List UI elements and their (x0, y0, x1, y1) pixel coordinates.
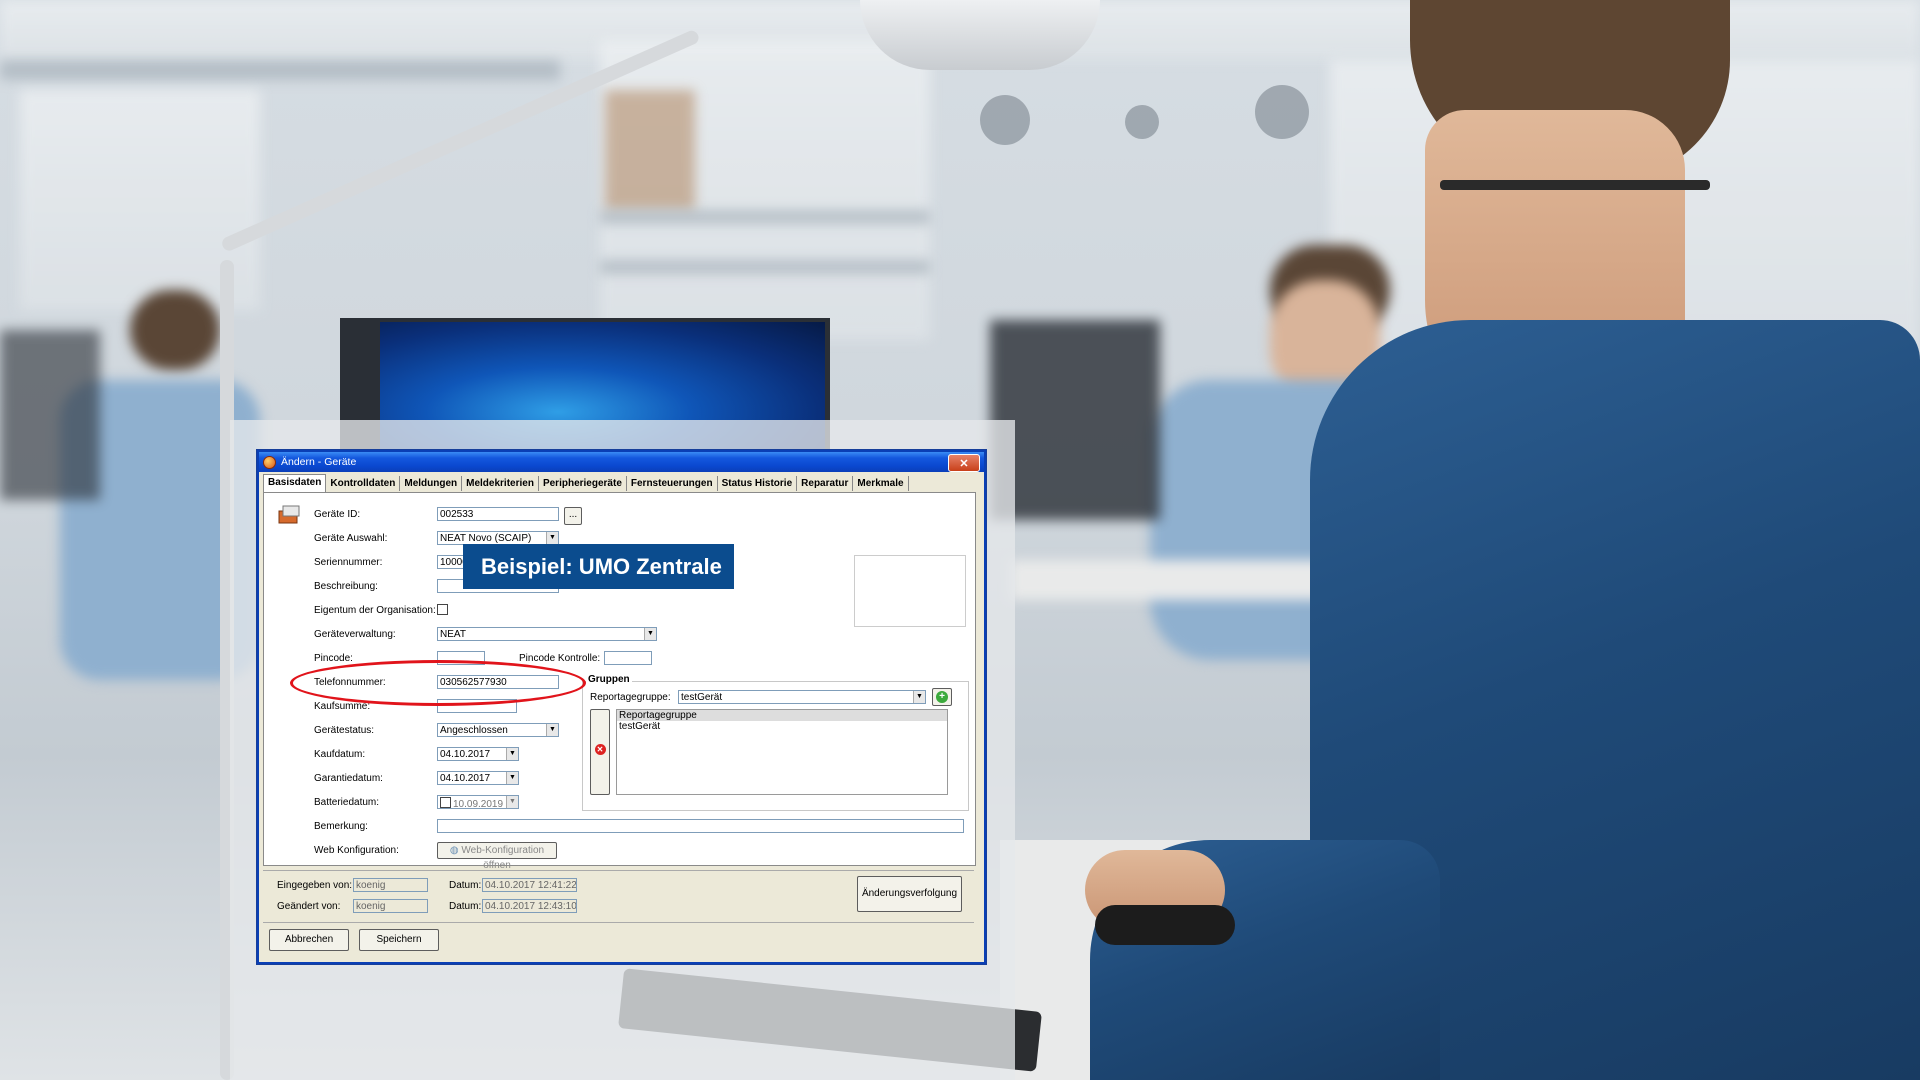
chevron-down-icon: ▼ (546, 532, 558, 544)
label-datum-1: Datum: (449, 880, 482, 891)
label-beschreibung: Beschreibung: (314, 581, 378, 592)
remove-icon: ✕ (594, 744, 606, 755)
geraeteverwaltung-value: NEAT (440, 629, 466, 640)
label-eigentum: Eigentum der Organisation: (314, 605, 436, 616)
label-pincode: Pincode: (314, 653, 353, 664)
list-header: Reportagegruppe (617, 710, 947, 721)
label-datum-2: Datum: (449, 901, 482, 912)
tab-kontrolldaten[interactable]: Kontrolldaten (326, 476, 401, 491)
label-kaufdatum: Kaufdatum: (314, 749, 366, 760)
label-garantiedatum: Garantiedatum: (314, 773, 383, 784)
tab-reparatur[interactable]: Reparatur (797, 476, 854, 491)
app-icon (263, 455, 276, 469)
bemerkung-field[interactable] (437, 819, 964, 833)
geraete-id-field[interactable]: 002533 (437, 507, 559, 521)
label-geraetestatus: Gerätestatus: (314, 725, 375, 736)
browse-button[interactable]: ... (564, 507, 582, 525)
edit-device-dialog: Ändern - Geräte ✕ Basisdaten Kontrolldat… (257, 450, 986, 964)
geraetestatus-value: Angeschlossen (440, 725, 508, 736)
tab-peripheriegeraete[interactable]: Peripheriegeräte (539, 476, 627, 491)
chevron-down-icon: ▼ (506, 796, 518, 808)
tab-bar: Basisdaten Kontrolldaten Meldungen Melde… (263, 474, 980, 492)
device-image-placeholder (854, 555, 966, 627)
close-button[interactable]: ✕ (948, 454, 980, 472)
button-divider (263, 922, 974, 923)
highlight-ring (290, 660, 586, 706)
tab-merkmale[interactable]: Merkmale (853, 476, 909, 491)
add-group-button[interactable]: + (932, 688, 952, 706)
datum-geaendert-field: 04.10.2017 12:43:10 (482, 899, 577, 913)
geraetestatus-select[interactable]: Angeschlossen ▼ (437, 723, 559, 737)
tab-status-historie[interactable]: Status Historie (718, 476, 798, 491)
dialog-title: Ändern - Geräte (281, 456, 357, 468)
geraete-auswahl-select[interactable]: NEAT Novo (SCAIP) ▼ (437, 531, 559, 545)
abbrechen-button[interactable]: Abbrechen (269, 929, 349, 951)
reportagegruppe-value: testGerät (681, 692, 723, 703)
add-icon: + (936, 691, 948, 703)
chevron-down-icon: ▼ (644, 628, 656, 640)
chevron-down-icon: ▼ (506, 748, 518, 760)
web-konfiguration-label: Web-Konfiguration öffnen (461, 845, 545, 871)
datum-eingegeben-field: 04.10.2017 12:41:22 (482, 878, 577, 892)
label-bemerkung: Bemerkung: (314, 821, 368, 832)
reportagegruppe-select[interactable]: testGerät ▼ (678, 690, 926, 704)
label-batteriedatum: Batteriedatum: (314, 797, 380, 808)
device-icon (278, 505, 300, 524)
kaufdatum-value: 04.10.2017 (440, 749, 491, 760)
tab-fernsteuerungen[interactable]: Fernsteuerungen (627, 476, 718, 491)
gruppen-title: Gruppen (586, 674, 632, 685)
chevron-down-icon: ▼ (506, 772, 518, 784)
batteriedatum-picker[interactable]: 10.09.2019 ▼ (437, 795, 519, 810)
list-item[interactable]: testGerät (617, 721, 947, 732)
label-pincode-kontrolle: Pincode Kontrolle: (519, 653, 601, 664)
example-callout: Beispiel: UMO Zentrale (463, 544, 734, 589)
speichern-button[interactable]: Speichern (359, 929, 439, 951)
geraete-auswahl-value: NEAT Novo (SCAIP) (440, 533, 532, 544)
label-geraete-auswahl: Geräte Auswahl: (314, 533, 388, 544)
footer-divider (263, 870, 974, 871)
pincode-kontrolle-field[interactable] (604, 651, 652, 665)
geraeteverwaltung-select[interactable]: NEAT ▼ (437, 627, 657, 641)
kaufdatum-picker[interactable]: 04.10.2017 ▼ (437, 747, 519, 761)
tab-meldungen[interactable]: Meldungen (400, 476, 463, 491)
chevron-down-icon: ▼ (546, 724, 558, 736)
garantiedatum-picker[interactable]: 04.10.2017 ▼ (437, 771, 519, 785)
eigentum-checkbox[interactable] (437, 604, 448, 615)
batteriedatum-value: 10.09.2019 (453, 799, 504, 810)
label-eingegeben-von: Eingegeben von: (277, 880, 353, 891)
label-geraeteverwaltung: Geräteverwaltung: (314, 629, 396, 640)
label-geaendert-von: Geändert von: (277, 901, 341, 912)
tab-meldekriterien[interactable]: Meldekriterien (462, 476, 539, 491)
label-seriennummer: Seriennummer: (314, 557, 383, 568)
label-web-konfiguration: Web Konfiguration: (314, 845, 399, 856)
aenderungsverfolgung-button[interactable]: Änderungsverfolgung (857, 876, 962, 912)
eingegeben-von-field: koenig (353, 878, 428, 892)
reportagegruppe-list[interactable]: Reportagegruppe testGerät (616, 709, 948, 795)
garantiedatum-value: 04.10.2017 (440, 773, 491, 784)
web-konfiguration-button[interactable]: ◍ Web-Konfiguration öffnen (437, 842, 557, 871)
label-geraete-id: Geräte ID: (314, 509, 361, 520)
remove-group-button[interactable]: ✕ (590, 709, 610, 795)
batteriedatum-checkbox[interactable] (440, 797, 451, 808)
globe-icon: ◍ (449, 845, 459, 856)
dialog-titlebar: Ändern - Geräte ✕ (259, 452, 984, 472)
geaendert-von-field: koenig (353, 899, 428, 913)
tab-basisdaten[interactable]: Basisdaten (263, 474, 327, 492)
label-reportagegruppe: Reportagegruppe: (590, 692, 671, 703)
chevron-down-icon: ▼ (913, 691, 925, 703)
